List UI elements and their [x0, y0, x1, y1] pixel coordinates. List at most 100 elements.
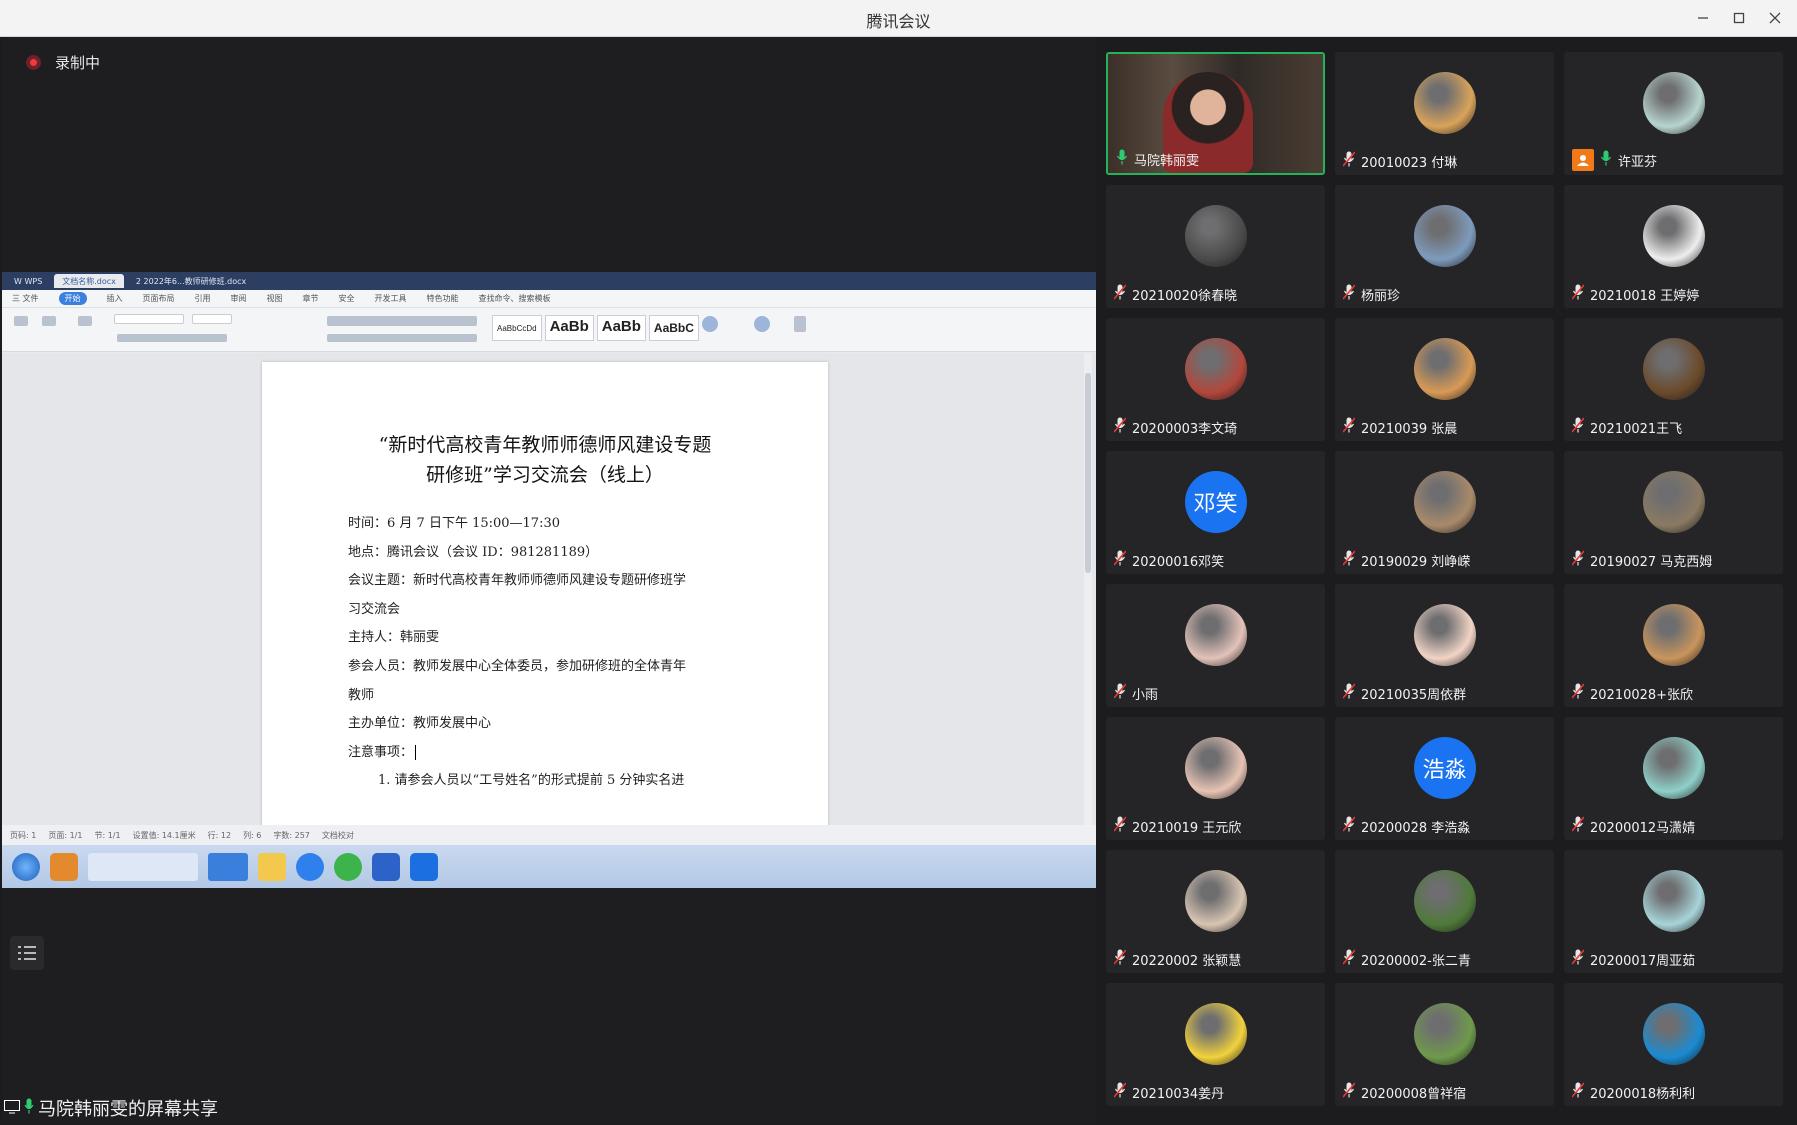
wps-search: 查找命令、搜索模板 [478, 294, 551, 303]
participant-name: 20210034姜丹 [1132, 1086, 1225, 1102]
participant-name-row: 20190027 马克西姆 [1571, 550, 1713, 570]
participant-name-row: 20190029 刘峥嵘 [1342, 550, 1470, 570]
style-gallery: AaBbCcDd AaBb AaBb AaBbC [492, 315, 699, 341]
mic-muted-icon [1571, 284, 1585, 304]
participant-avatar: 邓笑 [1184, 471, 1247, 533]
participant-avatar [1413, 72, 1476, 134]
participant-tile[interactable]: 20210028+张欣 [1564, 584, 1783, 707]
participant-name: 马院韩丽雯 [1134, 153, 1200, 169]
participant-tile[interactable]: 20200018杨利利 [1564, 983, 1783, 1106]
participant-name-row: 20210020徐春晓 [1113, 284, 1237, 304]
participant-name-row: 20200017周亚茹 [1571, 949, 1696, 969]
participant-name: 20200017周亚茹 [1590, 953, 1696, 969]
maximize-icon[interactable] [1726, 6, 1752, 30]
window-titlebar: 腾讯会议 [0, 0, 1797, 37]
style-heading2: AaBb [596, 315, 646, 341]
list-icon[interactable] [10, 936, 44, 970]
remote-taskbar [2, 845, 1096, 888]
participant-tile[interactable]: 20200002-张二青 [1335, 850, 1554, 973]
minimize-icon[interactable] [1690, 6, 1716, 30]
participant-name-row: 20200003李文琦 [1113, 417, 1237, 437]
status-item: 页面: 1/1 [48, 830, 83, 840]
participant-tile[interactable]: 小雨 [1106, 584, 1325, 707]
wps-icon [372, 852, 400, 881]
close-icon[interactable] [1762, 6, 1788, 30]
mic-muted-icon [1342, 550, 1356, 570]
start-orb-icon [12, 852, 40, 881]
participant-avatar [1642, 1003, 1705, 1065]
status-item: 设置值: 14.1厘米 [132, 830, 196, 840]
participant-tile[interactable]: 20210019 王元欣 [1106, 717, 1325, 840]
wps-tab-bar: W WPS 文档名称.docx 2 2022年6...教师研修班.docx [2, 272, 1096, 290]
participant-tile[interactable]: 浩淼 20200028 李浩淼 [1335, 717, 1554, 840]
participant-tile[interactable]: 20200003李文琦 [1106, 318, 1325, 441]
mic-muted-icon [1571, 683, 1585, 703]
mic-on-icon [1116, 149, 1128, 169]
participant-avatar [1413, 471, 1476, 533]
recording-indicator: 录制中 [26, 52, 100, 73]
participant-tile[interactable]: 20210018 王婷婷 [1564, 185, 1783, 308]
mic-muted-icon [1342, 816, 1356, 836]
participant-tile[interactable]: 20200012马潇婧 [1564, 717, 1783, 840]
participant-name-row: 许亚芬 [1572, 149, 1657, 171]
participant-name-row: 20210018 王婷婷 [1571, 284, 1699, 304]
mic-muted-icon [1342, 284, 1356, 304]
recording-label: 录制中 [55, 54, 101, 72]
wps-ribbon: AaBbCcDd AaBb AaBb AaBbC [2, 308, 1096, 352]
participant-name: 20190027 马克西姆 [1590, 554, 1713, 570]
status-item: 页码: 1 [10, 830, 37, 840]
participant-tile[interactable]: 20210034姜丹 [1106, 983, 1325, 1106]
participant-tile[interactable]: 20190029 刘峥嵘 [1335, 451, 1554, 574]
paste-icon [14, 316, 28, 326]
wps-menu-item: 安全 [338, 294, 355, 303]
participant-name: 20210035周依群 [1361, 687, 1467, 703]
participant-avatar [1642, 338, 1705, 400]
participant-tile[interactable]: 20210035周依群 [1335, 584, 1554, 707]
document-body: 时间：6 月 7 日下午 15:00—17:30 地点：腾讯会议（会议 ID：9… [348, 510, 768, 796]
participant-avatar [1184, 604, 1247, 666]
participant-tile[interactable]: 杨丽珍 [1335, 185, 1554, 308]
cut-icon [42, 316, 56, 326]
participant-tile[interactable]: 马院韩丽雯 [1106, 52, 1325, 175]
participant-avatar [1184, 737, 1247, 799]
participant-tile[interactable]: 20200008曾祥宿 [1335, 983, 1554, 1106]
find-replace-icon [754, 316, 770, 332]
app-icon [296, 852, 324, 881]
participant-tile[interactable]: 20200017周亚茹 [1564, 850, 1783, 973]
wps-menu-item: 引用 [194, 294, 211, 303]
wps-status-bar: 页码: 1 页面: 1/1 节: 1/1 设置值: 14.1厘米 行: 12 列… [2, 825, 1096, 845]
participant-tile[interactable]: 20210039 张晨 [1335, 318, 1554, 441]
participant-tile[interactable]: 20220002 张颖慧 [1106, 850, 1325, 973]
mic-muted-icon [1342, 417, 1356, 437]
font-style-icons [117, 334, 227, 342]
participant-tile[interactable]: 许亚芬 [1564, 52, 1783, 175]
participant-name-row: 杨丽珍 [1342, 284, 1400, 304]
document-page: “新时代高校青年教师师德师风建设专题 研修班”学习交流会（线上） 时间：6 月 … [262, 362, 828, 832]
doc-line-attendees: 参会人员：教师发展中心全体委员，参加研修班的全体青年 [348, 658, 687, 674]
participant-name: 20220002 张颖慧 [1132, 953, 1242, 969]
participant-avatar [1642, 870, 1705, 932]
participant-tile[interactable]: 20210020徐春晓 [1106, 185, 1325, 308]
mic-muted-icon [1113, 284, 1127, 304]
mic-muted-icon [1342, 151, 1356, 171]
host-badge-icon [1572, 149, 1594, 171]
participant-name-row: 小雨 [1113, 683, 1159, 703]
participant-avatar [1184, 1003, 1247, 1065]
document-canvas: “新时代高校青年教师师德师风建设专题 研修班”学习交流会（线上） 时间：6 月 … [2, 353, 1096, 832]
participant-avatar [1642, 205, 1705, 267]
mic-muted-icon [1113, 550, 1127, 570]
mic-muted-icon [1113, 816, 1127, 836]
participant-name: 小雨 [1132, 687, 1159, 703]
style-heading3: AaBbC [648, 315, 699, 341]
participant-name: 20210028+张欣 [1590, 687, 1694, 703]
participant-tile[interactable]: 20210021王飞 [1564, 318, 1783, 441]
participant-tile[interactable]: 20010023 付琳 [1335, 52, 1554, 175]
mic-muted-icon [1342, 949, 1356, 969]
participant-tile[interactable]: 20190027 马克西姆 [1564, 451, 1783, 574]
mic-muted-icon [1571, 417, 1585, 437]
participant-name-row: 20010023 付琳 [1342, 151, 1457, 171]
participant-name-row: 20210035周依群 [1342, 683, 1467, 703]
participant-tile[interactable]: 邓笑 20200016邓笑 [1106, 451, 1325, 574]
window-title: 腾讯会议 [866, 12, 931, 31]
participant-avatar [1413, 338, 1476, 400]
